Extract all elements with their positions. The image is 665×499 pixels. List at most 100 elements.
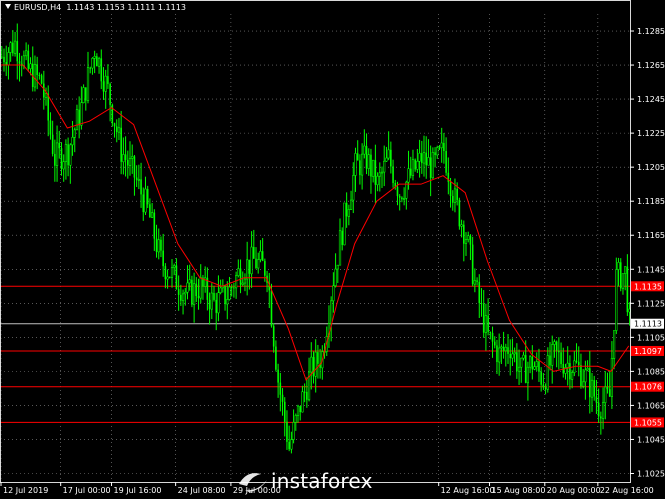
candle-body-bear (109, 83, 111, 105)
candle-body-bull (416, 160, 419, 170)
candle-body-bull (82, 87, 85, 103)
candle-body-bear (390, 149, 392, 167)
candle-body-bull (411, 159, 415, 176)
candle-body-bear (509, 353, 512, 359)
candle-body-bear (438, 147, 441, 149)
candle-body-bull (7, 52, 10, 66)
candle-body-bear (208, 299, 211, 310)
candle-body-bear (359, 160, 361, 176)
candle-body-bear (100, 58, 103, 82)
candle-body-bear (153, 212, 156, 239)
candle-body-bull (387, 149, 390, 159)
candle-body-bull (604, 386, 607, 403)
candle-body-bear (425, 152, 428, 166)
candle-body-bull (526, 366, 530, 384)
candle-body-bull (546, 355, 549, 390)
candle-body-bear (162, 250, 164, 267)
candle-body-bear (531, 356, 534, 370)
price-tag-label: 1.1135 (634, 282, 662, 291)
candle-body-bull (338, 230, 342, 266)
watermark-brand: instaforex (271, 469, 373, 493)
candle-body-bear (38, 74, 41, 76)
candle-body-bear (469, 235, 472, 245)
price-chart[interactable]: 1.1285 1.1265 1.1245 1.1225 1.1205 1.1185 1.11… (0, 0, 665, 499)
candle-body-bull (566, 362, 569, 368)
symbol-header: EURUSD,H4 1.1143 1.1153 1.1111 1.1113 (5, 3, 186, 12)
candle-body-bull (257, 259, 260, 269)
candle-body-bear (213, 293, 215, 300)
candle-body-bear (303, 391, 306, 393)
candle-body-bull (513, 352, 516, 355)
candle-body-bull (498, 347, 501, 363)
candle-body-bear (606, 386, 609, 390)
candle-body-bull (64, 143, 68, 163)
candle-body-bull (343, 202, 346, 246)
candle-body-bull (440, 142, 443, 149)
candle-body-bear (115, 126, 118, 133)
candle-body-bull (427, 157, 430, 166)
candle-body-bear (443, 142, 445, 152)
candle-body-bull (91, 58, 94, 69)
candle-body-bull (235, 275, 238, 289)
candle-body-bear (507, 347, 509, 354)
moving-average-line (1, 64, 630, 381)
candle-body-bull (431, 152, 434, 179)
x-tick-label: 15 Aug 08:00 (492, 486, 546, 495)
candle-body-bull (181, 293, 185, 302)
candle-body-bull (131, 156, 134, 159)
y-tick-label: 1.1225 (637, 129, 665, 138)
candle-body-bull (241, 282, 244, 285)
candle-body-bull (380, 171, 384, 174)
candle-body-bull (361, 153, 364, 176)
candle-body-bear (544, 387, 547, 390)
candle-body-bull (128, 158, 132, 166)
price-tag-label: 1.1076 (634, 383, 662, 392)
candle-body-bull (367, 154, 370, 169)
candle-body-bull (173, 265, 176, 268)
candle-body-bull (330, 300, 333, 324)
candle-body-bull (33, 64, 37, 88)
candle-body-bear (12, 42, 14, 54)
y-tick-label: 1.1125 (637, 299, 665, 308)
candle-body-bear (120, 127, 122, 162)
candle-body-bear (180, 294, 182, 301)
candle-body-bear (524, 355, 527, 383)
candle-body-bear (449, 181, 452, 197)
candle-body-bear (239, 268, 242, 285)
candle-body-bear (197, 295, 200, 299)
candle-body-bull (80, 102, 83, 126)
candle-body-bull (354, 153, 357, 176)
candle-body-bear (1, 56, 3, 58)
candle-body-bull (349, 199, 353, 210)
y-tick-label: 1.1165 (637, 231, 665, 240)
candle-body-bear (476, 280, 478, 282)
dropdown-triangle-icon[interactable] (5, 4, 11, 9)
candle-body-bull (93, 55, 96, 59)
candle-body-bull (590, 379, 594, 398)
candle-body-bull (310, 356, 313, 373)
y-tick-label: 1.1205 (637, 163, 665, 172)
candle-body-bull (571, 372, 574, 380)
candle-body-bear (421, 153, 423, 164)
candle-body-bull (484, 315, 488, 333)
ohlc-values: 1.1143 1.1153 1.1111 1.1113 (66, 3, 186, 12)
candle-body-bull (453, 188, 457, 203)
candle-body-bear (107, 76, 109, 84)
candle-body-bear (542, 384, 545, 388)
instaforex-logo-icon (239, 473, 267, 492)
candle-body-bear (414, 159, 416, 170)
candle-body-bear (409, 168, 412, 176)
candle-body-bear (540, 371, 542, 385)
instaforex-watermark: instaforex (237, 466, 377, 496)
candle-body-bull (520, 357, 523, 368)
candle-body-bull (259, 250, 262, 260)
candle-body-bull (403, 197, 406, 200)
candle-body-bull (122, 154, 125, 163)
candle-body-bear (365, 146, 368, 169)
price-axis: 1.1285 1.1265 1.1245 1.1225 1.1205 1.1185 1.11… (630, 27, 665, 478)
candle-body-bull (464, 239, 468, 244)
candle-body-bull (86, 67, 90, 101)
candle-body-bull (75, 109, 79, 131)
candle-body-bull (553, 341, 556, 345)
candle-body-bear (538, 361, 540, 372)
